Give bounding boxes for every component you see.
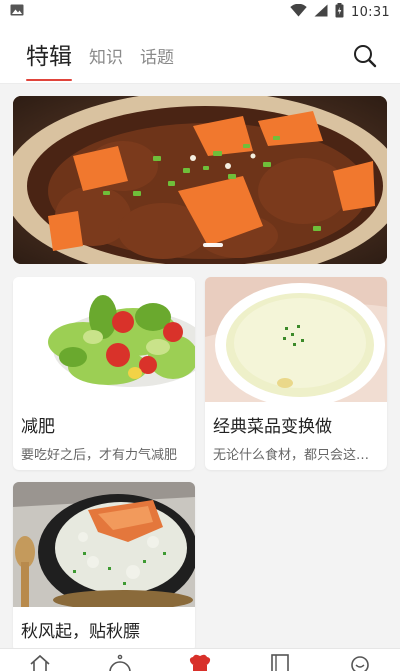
- chef-hat-icon: [189, 654, 211, 671]
- battery-icon: [335, 2, 344, 22]
- signal-icon: [314, 4, 328, 21]
- card-weight-loss[interactable]: 减肥 要吃好之后，才有力气减肥: [13, 277, 195, 470]
- congee-image: [13, 482, 195, 607]
- nav-home[interactable]: [20, 649, 60, 671]
- status-right: 10:31: [290, 2, 390, 22]
- card-title: 经典菜品变换做: [213, 417, 332, 437]
- status-left: [10, 3, 24, 21]
- card-title: 减肥: [21, 417, 55, 437]
- home-icon: [30, 654, 50, 671]
- bottom-nav: [0, 648, 400, 671]
- profile-icon: [351, 656, 369, 671]
- status-bar: 10:31: [0, 0, 400, 24]
- tab-topics[interactable]: 话题: [140, 43, 174, 71]
- salad-image: [13, 277, 195, 402]
- nav-book[interactable]: [260, 649, 300, 671]
- status-time: 10:31: [351, 4, 390, 20]
- image-icon: [10, 3, 24, 21]
- tab-special[interactable]: 特辑: [26, 37, 72, 81]
- tab-bar: 特辑 知识 话题: [26, 37, 174, 81]
- card-classic-dishes[interactable]: 经典菜品变换做 无论什么食材，都只会这样做: [205, 277, 387, 470]
- soup-image: [205, 277, 387, 402]
- wifi-icon: [290, 3, 307, 21]
- banner-image: [13, 96, 387, 264]
- cloche-icon: [109, 654, 131, 671]
- nav-chef[interactable]: [180, 649, 220, 671]
- card-autumn-fattening[interactable]: 秋风起，贴秋膘: [13, 482, 195, 652]
- banner-carousel[interactable]: [13, 96, 387, 264]
- card-title: 秋风起，贴秋膘: [21, 622, 140, 642]
- search-icon[interactable]: [352, 43, 378, 69]
- book-icon: [271, 654, 289, 671]
- nav-profile[interactable]: [340, 649, 380, 671]
- header: 特辑 知识 话题: [0, 24, 400, 84]
- carousel-indicator: [203, 243, 223, 247]
- card-description: 要吃好之后，才有力气减肥: [21, 448, 178, 463]
- nav-dishes[interactable]: [100, 649, 140, 671]
- card-description: 无论什么食材，都只会这样做: [213, 448, 383, 463]
- tab-knowledge[interactable]: 知识: [89, 43, 123, 71]
